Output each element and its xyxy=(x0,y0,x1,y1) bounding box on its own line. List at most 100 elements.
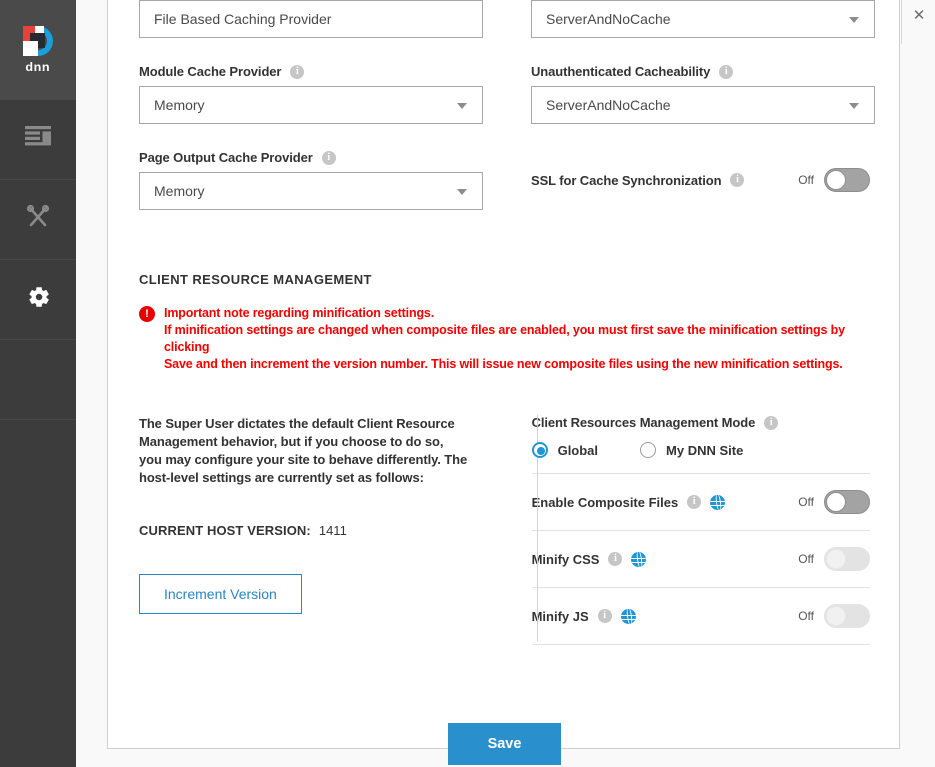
tools-wrench-screwdriver-icon xyxy=(25,204,51,235)
page-output-cache-provider-field: Page Output Cache Provider i Memory xyxy=(139,150,483,210)
form-column-left-2: Module Cache Provider i Memory xyxy=(139,64,483,150)
ssl-cache-sync-toggle[interactable] xyxy=(824,168,870,192)
settings-panel-content: ServerAndNoCache Module Cache Provider i xyxy=(139,0,875,765)
crm-mode-label: Client Resources Management Mode xyxy=(531,415,756,430)
alert-exclamation-icon: ! xyxy=(139,306,155,322)
minify-js-state: Off xyxy=(798,609,814,623)
globe-icon[interactable] xyxy=(710,494,726,510)
info-icon[interactable]: i xyxy=(730,173,745,187)
settings-panel: ServerAndNoCache Module Cache Provider i xyxy=(107,0,900,765)
dnn-logo-icon xyxy=(23,26,53,56)
info-icon[interactable]: i xyxy=(608,552,623,566)
enable-composite-files-label-row: Enable Composite Files i xyxy=(531,494,726,510)
client-resource-management-heading: CLIENT RESOURCE MANAGEMENT xyxy=(139,272,372,287)
minify-js-label-row: Minify JS i xyxy=(531,608,636,624)
form-column-right-2: Unauthenticated Cacheability i ServerAnd… xyxy=(531,64,875,150)
crm-mode-radio-group: Global My DNN Site xyxy=(531,442,870,474)
save-button[interactable]: Save xyxy=(447,723,562,765)
enable-composite-files-label: Enable Composite Files xyxy=(531,494,679,510)
minification-warning: ! Important note regarding minification … xyxy=(139,305,870,373)
sidebar-item-settings[interactable] xyxy=(0,260,76,340)
module-cache-provider-label-row: Module Cache Provider i xyxy=(139,64,483,79)
crm-description: The Super User dictates the default Clie… xyxy=(139,416,468,485)
file-based-caching-provider-field xyxy=(139,0,483,38)
radio-my-dnn-site-label: My DNN Site xyxy=(666,442,744,458)
info-icon[interactable]: i xyxy=(597,609,612,623)
warning-line-3: Save and then increment the version numb… xyxy=(164,357,843,371)
module-cache-provider-select[interactable]: Memory xyxy=(139,86,483,124)
info-icon[interactable]: i xyxy=(290,64,305,79)
minify-css-toggle-wrap: Off xyxy=(798,547,870,571)
minification-warning-text: Important note regarding minification se… xyxy=(164,305,870,373)
minify-css-toggle[interactable] xyxy=(824,547,870,571)
form-column-left xyxy=(139,0,483,64)
minify-css-state: Off xyxy=(798,552,814,566)
chevron-down-icon xyxy=(457,103,467,109)
enable-composite-files-toggle[interactable] xyxy=(824,490,870,514)
sidebar-item-content[interactable] xyxy=(0,100,76,180)
left-sidebar: dnn xyxy=(0,0,76,767)
warning-line-2: If minification settings are changed whe… xyxy=(164,323,845,354)
unauthenticated-cacheability-field: Unauthenticated Cacheability i ServerAnd… xyxy=(531,64,875,124)
unauthenticated-cacheability-select[interactable]: ServerAndNoCache xyxy=(531,86,875,124)
unauthenticated-cacheability-label: Unauthenticated Cacheability xyxy=(531,64,711,79)
minify-css-row: Minify CSS i Off xyxy=(531,531,870,588)
minify-js-row: Minify JS i Off xyxy=(531,588,870,645)
gear-icon xyxy=(25,284,51,315)
file-based-caching-provider-input[interactable] xyxy=(139,0,483,38)
radio-global-label: Global xyxy=(557,442,599,458)
info-icon[interactable]: i xyxy=(321,150,336,165)
info-icon[interactable]: i xyxy=(719,64,734,79)
ssl-cache-sync-field: SSL for Cache Synchronization i Off xyxy=(531,150,870,192)
form-column-right-3: SSL for Cache Synchronization i Off xyxy=(531,150,870,236)
module-cache-provider-field: Module Cache Provider i Memory xyxy=(139,64,483,124)
chevron-down-icon xyxy=(849,17,859,23)
minify-js-label: Minify JS xyxy=(531,608,589,624)
warning-line-1: Important note regarding minification se… xyxy=(164,306,435,320)
enable-composite-files-state: Off xyxy=(798,495,814,509)
cache-form-row-1: ServerAndNoCache xyxy=(139,0,875,64)
current-host-version-value: 1411 xyxy=(318,523,347,538)
crm-mode-label-row: Client Resources Management Mode i xyxy=(532,415,870,430)
ssl-cache-sync-label-row: SSL for Cache Synchronization i xyxy=(531,173,745,188)
increment-version-button[interactable]: Increment Version xyxy=(139,574,302,614)
crm-columns: The Super User dictates the default Clie… xyxy=(139,415,870,645)
footer-actions: Save xyxy=(139,723,870,765)
radio-option-global[interactable]: Global xyxy=(531,442,599,458)
app-screen: dnn ✕ File Based Caching Provider Server… xyxy=(0,0,935,767)
minify-css-label: Minify CSS xyxy=(531,551,600,567)
content-list-icon xyxy=(25,126,51,153)
ssl-cache-sync-state: Off xyxy=(798,173,814,187)
radio-my-dnn-site-input[interactable] xyxy=(640,442,657,458)
form-column-right: ServerAndNoCache xyxy=(531,0,875,64)
page-output-cache-provider-label: Page Output Cache Provider xyxy=(139,150,313,165)
form-column-left-3: Page Output Cache Provider i Memory xyxy=(139,150,483,236)
sidebar-item-spacer xyxy=(0,340,76,420)
minify-js-toggle-wrap: Off xyxy=(798,604,870,628)
dnn-logo[interactable]: dnn xyxy=(0,0,76,100)
info-icon[interactable]: i xyxy=(764,415,779,430)
info-icon[interactable]: i xyxy=(687,495,702,509)
cache-form-row-3: Page Output Cache Provider i Memory SSL … xyxy=(139,150,870,236)
page-output-cache-provider-label-row: Page Output Cache Provider i xyxy=(139,150,483,165)
unauthenticated-cacheability-label-row: Unauthenticated Cacheability i xyxy=(531,64,875,79)
page-output-cache-provider-select[interactable]: Memory xyxy=(139,172,483,210)
enable-composite-files-row: Enable Composite Files i Off xyxy=(531,474,870,531)
globe-icon[interactable] xyxy=(620,608,636,624)
unauthenticated-cacheability-value: ServerAndNoCache xyxy=(546,97,671,113)
dnn-wordmark: dnn xyxy=(25,60,51,74)
current-host-version-label: CURRENT HOST VERSION: xyxy=(139,523,311,538)
module-cache-provider-value: Memory xyxy=(154,97,205,113)
module-cache-provider-label: Module Cache Provider xyxy=(139,64,282,79)
close-icon[interactable]: ✕ xyxy=(907,3,931,27)
minify-js-toggle[interactable] xyxy=(824,604,870,628)
radio-option-my-dnn-site[interactable]: My DNN Site xyxy=(640,442,743,458)
globe-icon[interactable] xyxy=(631,551,647,567)
radio-global-input[interactable] xyxy=(531,442,548,458)
minify-css-label-row: Minify CSS i xyxy=(531,551,647,567)
authenticated-cacheability-select[interactable]: ServerAndNoCache xyxy=(531,0,875,38)
ssl-cache-sync-toggle-wrap: Off xyxy=(798,168,870,192)
sidebar-item-tools[interactable] xyxy=(0,180,76,260)
chevron-down-icon xyxy=(849,103,859,109)
enable-composite-files-toggle-wrap: Off xyxy=(798,490,870,514)
